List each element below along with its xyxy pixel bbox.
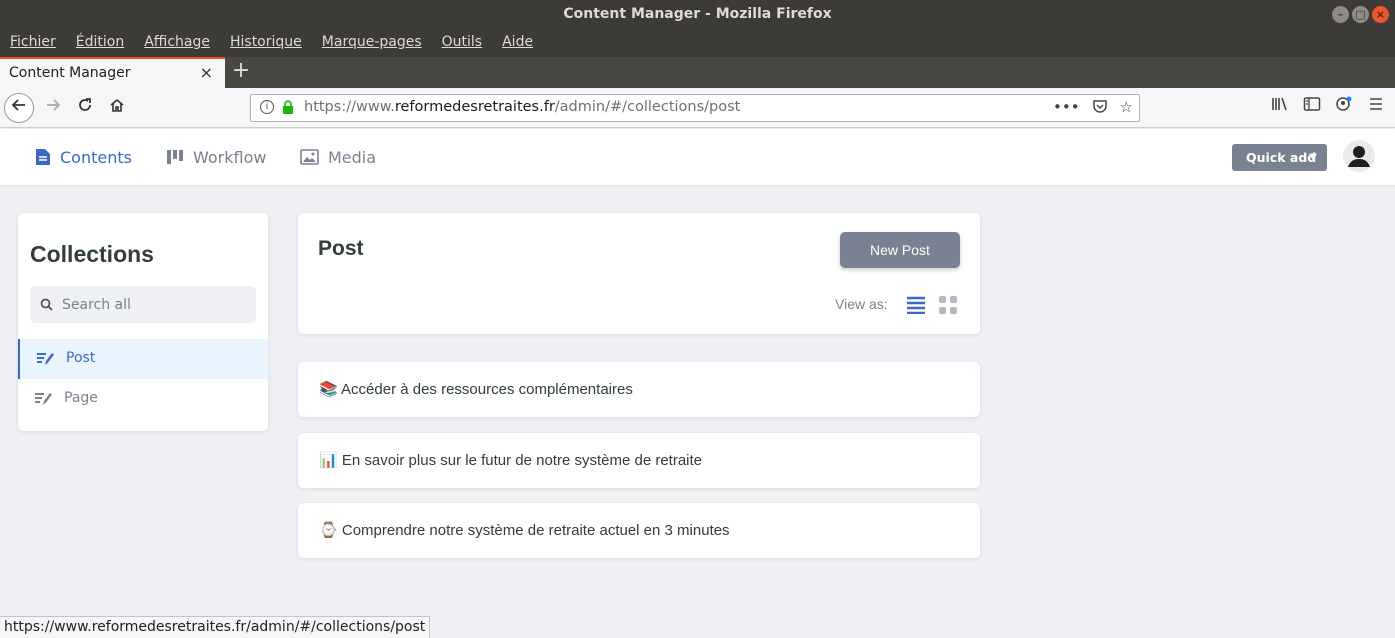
new-tab-button[interactable]: + bbox=[230, 58, 252, 86]
nav-workflow[interactable]: Workflow bbox=[166, 129, 266, 185]
tab-strip: Content Manager × + bbox=[0, 57, 1395, 88]
window-controls: – □ × bbox=[1332, 6, 1389, 23]
status-bar-url: https://www.reformedesretraites.fr/admin… bbox=[0, 616, 431, 638]
address-bar[interactable]: i https://www.reformedesretraites.fr/adm… bbox=[250, 94, 1140, 122]
hamburger-menu-icon[interactable] bbox=[1367, 96, 1385, 116]
forward-icon[interactable] bbox=[38, 93, 68, 123]
menu-fichier[interactable]: Fichier bbox=[0, 30, 66, 57]
info-icon[interactable]: i bbox=[260, 100, 274, 114]
window-title: Content Manager - Mozilla Firefox bbox=[563, 6, 832, 22]
library-icon[interactable] bbox=[1271, 96, 1289, 116]
avatar[interactable] bbox=[1343, 140, 1375, 172]
sidebar-title: Collections bbox=[30, 241, 154, 267]
menu-aide[interactable]: Aide bbox=[492, 30, 543, 57]
tab-title: Content Manager bbox=[9, 65, 131, 81]
view-as-label: View as: bbox=[835, 296, 888, 312]
menu-affichage[interactable]: Affichage bbox=[134, 30, 220, 57]
sidebar-item-post[interactable]: Post bbox=[18, 339, 268, 379]
document-icon bbox=[36, 149, 50, 165]
grid-view-icon[interactable] bbox=[939, 296, 957, 314]
back-icon[interactable] bbox=[4, 93, 34, 123]
search-box[interactable] bbox=[30, 286, 256, 323]
account-icon[interactable] bbox=[1335, 96, 1353, 116]
tab-close-icon[interactable]: × bbox=[200, 63, 213, 82]
bar-chart-icon: 📊 bbox=[319, 452, 338, 469]
list-view-icon[interactable] bbox=[907, 296, 925, 314]
nav-media[interactable]: Media bbox=[300, 129, 376, 185]
caret-down-icon: ▼ bbox=[1309, 152, 1317, 163]
close-window-icon[interactable]: × bbox=[1372, 6, 1389, 23]
window-titlebar: Content Manager - Mozilla Firefox – □ × bbox=[0, 0, 1395, 30]
toolbar-right bbox=[1271, 96, 1385, 116]
edit-collection-icon bbox=[37, 353, 54, 365]
entry-title: 📚 Accéder à des ressources complémentair… bbox=[319, 381, 633, 398]
entry-title: 📊 En savoir plus sur le futur de notre s… bbox=[319, 452, 703, 469]
maximize-icon[interactable]: □ bbox=[1352, 6, 1369, 23]
search-input[interactable] bbox=[62, 286, 247, 323]
sidebar-toggle-icon[interactable] bbox=[1303, 96, 1321, 116]
menu-edition[interactable]: Édition bbox=[66, 30, 134, 57]
sidebar-item-label: Page bbox=[64, 390, 98, 406]
workflow-icon bbox=[167, 150, 183, 164]
url-actions: ••• ☆ bbox=[1053, 98, 1133, 118]
image-icon bbox=[300, 149, 319, 165]
lock-icon[interactable] bbox=[282, 100, 294, 115]
menu-outils[interactable]: Outils bbox=[432, 30, 492, 57]
collection-header-card: Post New Post View as: bbox=[298, 213, 980, 334]
watch-icon: ⌚ bbox=[319, 522, 338, 539]
menu-marque-pages[interactable]: Marque-pages bbox=[312, 30, 432, 57]
minimize-icon[interactable]: – bbox=[1332, 6, 1349, 23]
reload-icon[interactable] bbox=[70, 93, 100, 123]
navigation-toolbar: i https://www.reformedesretraites.fr/adm… bbox=[0, 88, 1395, 128]
page-actions-icon[interactable]: ••• bbox=[1053, 98, 1080, 118]
list-item[interactable]: ⌚ Comprendre notre système de retraite a… bbox=[298, 503, 980, 558]
nav-contents[interactable]: Contents bbox=[35, 129, 132, 185]
books-icon: 📚 bbox=[319, 381, 338, 398]
bookmark-star-icon[interactable]: ☆ bbox=[1120, 98, 1133, 118]
search-icon bbox=[40, 298, 53, 311]
app-header: Contents Workflow Media Quick add ▼ bbox=[0, 129, 1395, 185]
list-item[interactable]: 📊 En savoir plus sur le futur de notre s… bbox=[298, 433, 980, 488]
entry-title: ⌚ Comprendre notre système de retraite a… bbox=[319, 522, 730, 539]
page-title: Post bbox=[318, 237, 364, 260]
list-item[interactable]: 📚 Accéder à des ressources complémentair… bbox=[298, 362, 980, 417]
url-text[interactable]: https://www.reformedesretraites.fr/admin… bbox=[304, 99, 740, 115]
sidebar-item-page[interactable]: Page bbox=[18, 379, 268, 419]
new-post-button[interactable]: New Post bbox=[840, 232, 960, 268]
edit-collection-icon bbox=[35, 393, 52, 405]
pocket-icon[interactable] bbox=[1092, 98, 1108, 118]
menu-bar: Fichier Édition Affichage Historique Mar… bbox=[0, 30, 1395, 57]
menu-historique[interactable]: Historique bbox=[220, 30, 312, 57]
collections-sidebar: Collections Post Page bbox=[18, 213, 268, 431]
user-icon bbox=[1343, 140, 1375, 172]
home-icon[interactable] bbox=[102, 93, 132, 123]
sidebar-item-label: Post bbox=[66, 350, 96, 366]
tab-content-manager[interactable]: Content Manager × bbox=[0, 57, 225, 88]
quick-add-button[interactable]: Quick add ▼ bbox=[1232, 144, 1327, 171]
